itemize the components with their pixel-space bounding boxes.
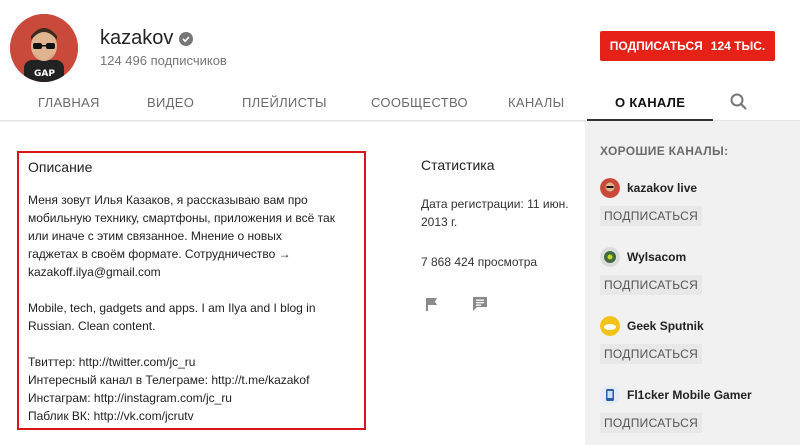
featured-channel: Geek Sputnik ПОДПИСАТЬСЯ — [600, 316, 800, 364]
featured-channels-title: ХОРОШИЕ КАНАЛЫ: — [600, 144, 729, 158]
featured-channel-avatar[interactable] — [600, 385, 620, 405]
flag-icon[interactable] — [424, 296, 440, 312]
featured-subscribe-button[interactable]: ПОДПИСАТЬСЯ — [600, 344, 703, 364]
tab-channels[interactable]: КАНАЛЫ — [508, 84, 564, 121]
featured-subscribe-button[interactable]: ПОДПИСАТЬСЯ — [600, 275, 703, 295]
channel-tabs: ГЛАВНАЯ ВИДЕО ПЛЕЙЛИСТЫ СООБЩЕСТВО КАНАЛ… — [0, 84, 800, 121]
featured-channel-name[interactable]: Wylsacom — [627, 250, 686, 264]
channel-name: kazakov — [100, 27, 194, 50]
featured-channel-name[interactable]: Geek Sputnik — [627, 319, 704, 333]
svg-text:GAP: GAP — [34, 69, 55, 79]
featured-channel: Fl1cker Mobile Gamer ПОДПИСАТЬСЯ — [600, 385, 800, 433]
featured-subscribe-button[interactable]: ПОДПИСАТЬСЯ — [600, 413, 703, 433]
description-section: Описание Меня зовут Илья Казаков, я расс… — [17, 151, 366, 430]
featured-channel: Wylsacom ПОДПИСАТЬСЯ — [600, 247, 800, 295]
featured-channel-avatar[interactable] — [600, 178, 620, 198]
subscribe-button-count: 124 ТЫС. — [710, 39, 766, 53]
subscribe-button[interactable]: ПОДПИСАТЬСЯ 124 ТЫС. — [600, 31, 775, 61]
tab-community[interactable]: СООБЩЕСТВО — [371, 84, 468, 121]
tab-playlists[interactable]: ПЛЕЙЛИСТЫ — [242, 84, 327, 121]
featured-channel-name[interactable]: kazakov live — [627, 181, 697, 195]
channel-name-text: kazakov — [100, 27, 174, 49]
channel-header: GAP kazakov 124 496 подписчиков ПОДПИСАТ… — [0, 0, 800, 121]
featured-channel: kazakov live ПОДПИСАТЬСЯ — [600, 178, 800, 226]
channel-avatar[interactable]: GAP — [10, 14, 78, 82]
message-icon[interactable] — [472, 296, 488, 312]
stats-registration-date: Дата регистрации: 11 июн. 2013 г. — [421, 197, 569, 229]
featured-channel-avatar[interactable] — [600, 316, 620, 336]
featured-channel-name[interactable]: Fl1cker Mobile Gamer — [627, 388, 752, 402]
verified-check-icon — [179, 31, 194, 46]
subscribe-button-label: ПОДПИСАТЬСЯ — [609, 39, 703, 53]
stats-views: 7 868 424 просмотра — [421, 255, 538, 269]
stats-title: Статистика — [421, 157, 495, 173]
description-text: Меня зовут Илья Казаков, я рассказываю в… — [28, 193, 335, 423]
featured-channel-avatar[interactable] — [600, 247, 620, 267]
stats-section: Статистика Дата регистрации: 11 июн. 201… — [421, 157, 581, 269]
description-title: Описание — [28, 159, 93, 175]
tab-about[interactable]: О КАНАЛЕ — [586, 84, 714, 121]
featured-subscribe-button[interactable]: ПОДПИСАТЬСЯ — [600, 206, 703, 226]
tab-home[interactable]: ГЛАВНАЯ — [38, 84, 100, 121]
search-icon[interactable] — [729, 92, 749, 112]
tab-videos[interactable]: ВИДЕО — [147, 84, 194, 121]
subscriber-count: 124 496 подписчиков — [100, 53, 227, 68]
